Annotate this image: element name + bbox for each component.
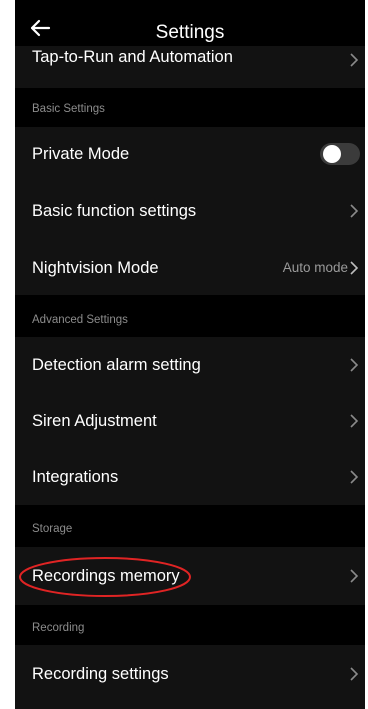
top-app-bar: Settings: [15, 0, 365, 46]
page-title: Settings: [155, 22, 225, 43]
basic-function-settings-label: Basic function settings: [32, 202, 197, 220]
section-header-basic: Basic Settings: [32, 103, 105, 115]
toggle-knob: [323, 145, 341, 163]
recording-settings-row[interactable]: Recording settings: [15, 645, 365, 709]
recordings-memory-row[interactable]: Recordings memory: [15, 547, 365, 605]
nightvision-mode-row[interactable]: Nightvision Mode Auto mode: [15, 239, 365, 295]
tap-to-run-label: Tap-to-Run and Automation: [32, 48, 233, 66]
integrations-label: Integrations: [32, 468, 119, 486]
section-header-advanced: Advanced Settings: [32, 314, 128, 326]
siren-adjustment-label: Siren Adjustment: [32, 412, 157, 430]
chevron-right-icon: [350, 470, 359, 484]
chevron-right-icon: [350, 53, 359, 67]
private-mode-toggle[interactable]: [320, 143, 360, 165]
basic-function-settings-row[interactable]: Basic function settings: [15, 181, 365, 239]
recordings-memory-label: Recordings memory: [32, 567, 180, 585]
detection-alarm-setting-row[interactable]: Detection alarm setting: [15, 337, 365, 393]
nightvision-mode-value: Auto mode: [282, 260, 348, 275]
chevron-right-icon: [350, 414, 359, 428]
chevron-right-icon: [350, 667, 359, 681]
section-header-recording: Recording: [32, 622, 85, 634]
integrations-row[interactable]: Integrations: [15, 449, 365, 505]
private-mode-label: Private Mode: [32, 145, 130, 163]
nightvision-mode-label: Nightvision Mode: [32, 259, 159, 277]
chevron-right-icon: [350, 358, 359, 372]
section-header-storage: Storage: [32, 523, 73, 535]
private-mode-row: Private Mode: [15, 127, 365, 181]
siren-adjustment-row[interactable]: Siren Adjustment: [15, 393, 365, 449]
chevron-right-icon: [350, 204, 359, 218]
chevron-right-icon: [350, 261, 359, 275]
chevron-right-icon: [350, 569, 359, 583]
settings-screen: Tap-to-Run and Automation Settings Basic…: [15, 0, 365, 709]
detection-alarm-setting-label: Detection alarm setting: [32, 356, 201, 374]
recording-settings-label: Recording settings: [32, 665, 169, 683]
